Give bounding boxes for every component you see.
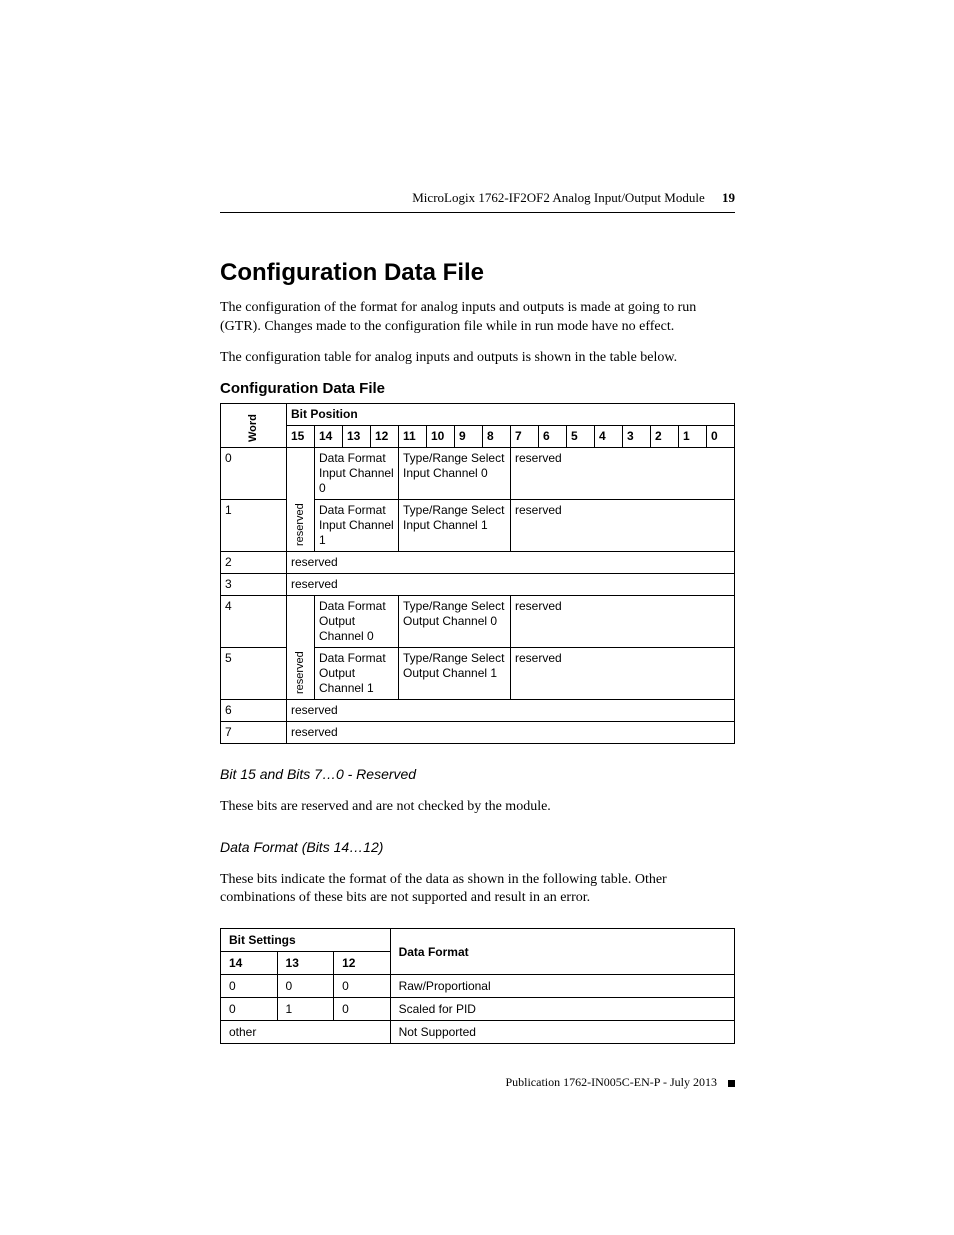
word-cell: 5	[221, 647, 287, 699]
reserved-cell: reserved	[511, 595, 735, 647]
bit-7: 7	[511, 425, 539, 447]
footer-mark-icon	[728, 1080, 735, 1087]
bit-cell: 0	[334, 975, 391, 998]
table-row: other Not Supported	[221, 1021, 735, 1044]
data-format-cell: Data Format Output Channel 0	[315, 595, 399, 647]
word-cell: 3	[221, 573, 287, 595]
publication-info: Publication 1762-IN005C-EN-P - July 2013	[505, 1075, 717, 1089]
bit-cell: 0	[334, 998, 391, 1021]
data-format-cell: Data Format Input Channel 0	[315, 447, 399, 499]
bit-0: 0	[707, 425, 735, 447]
format-cell: Raw/Proportional	[390, 975, 734, 998]
table-row: 0 reserved Data Format Input Channel 0 T…	[221, 447, 735, 499]
reserved-cell: reserved	[287, 595, 315, 699]
word-cell: 6	[221, 699, 287, 721]
data-format-cell: Data Format Output Channel 1	[315, 647, 399, 699]
bit-3: 3	[623, 425, 651, 447]
word-cell: 0	[221, 447, 287, 499]
table-row: 3 reserved	[221, 573, 735, 595]
bit-13-header: 13	[277, 952, 334, 975]
other-cell: other	[221, 1021, 391, 1044]
page-title: Configuration Data File	[220, 259, 735, 287]
reserved-cell: reserved	[511, 447, 735, 499]
bit-cell: 1	[277, 998, 334, 1021]
bit-15: 15	[287, 425, 315, 447]
bit-9: 9	[455, 425, 483, 447]
running-header-title: MicroLogix 1762-IF2OF2 Analog Input/Outp…	[412, 190, 705, 205]
type-range-cell: Type/Range Select Input Channel 0	[399, 447, 511, 499]
bit-11: 11	[399, 425, 427, 447]
table-row: 2 reserved	[221, 551, 735, 573]
table-header-row-2: 15 14 13 12 11 10 9 8 7 6 5 4 3 2 1 0	[221, 425, 735, 447]
bit-12: 12	[371, 425, 399, 447]
reserved-cell: reserved	[287, 447, 315, 551]
bit-10: 10	[427, 425, 455, 447]
type-range-cell: Type/Range Select Input Channel 1	[399, 499, 511, 551]
page-number: 19	[722, 190, 735, 205]
intro-paragraph-2: The configuration table for analog input…	[220, 349, 735, 368]
word-cell: 7	[221, 721, 287, 743]
reserved-cell: reserved	[287, 699, 735, 721]
page-footer: Publication 1762-IN005C-EN-P - July 2013	[220, 1075, 735, 1090]
bit-position-header: Bit Position	[287, 403, 735, 425]
data-format-header: Data Format	[390, 929, 734, 975]
word-cell: 1	[221, 499, 287, 551]
subsection-body-reserved: These bits are reserved and are not chec…	[220, 798, 735, 817]
bit-settings-header: Bit Settings	[221, 929, 391, 952]
table-row: 0 0 0 Raw/Proportional	[221, 975, 735, 998]
bit-cell: 0	[221, 975, 278, 998]
reserved-cell: reserved	[287, 721, 735, 743]
word-cell: 4	[221, 595, 287, 647]
word-header: Word	[221, 403, 287, 447]
bit-4: 4	[595, 425, 623, 447]
bit-6: 6	[539, 425, 567, 447]
bit-cell: 0	[277, 975, 334, 998]
subsection-title-data-format: Data Format (Bits 14…12)	[220, 839, 735, 855]
format-cell: Scaled for PID	[390, 998, 734, 1021]
bit-cell: 0	[221, 998, 278, 1021]
page-content: MicroLogix 1762-IF2OF2 Analog Input/Outp…	[220, 190, 735, 1044]
table-title: Configuration Data File	[220, 380, 735, 397]
type-range-cell: Type/Range Select Output Channel 0	[399, 595, 511, 647]
table-header-row-1: Bit Settings Data Format	[221, 929, 735, 952]
bit-13: 13	[343, 425, 371, 447]
table-row: 4 reserved Data Format Output Channel 0 …	[221, 595, 735, 647]
bit-14: 14	[315, 425, 343, 447]
data-format-table: Bit Settings Data Format 14 13 12 0 0 0 …	[220, 928, 735, 1044]
table-row: 6 reserved	[221, 699, 735, 721]
subsection-title-reserved: Bit 15 and Bits 7…0 - Reserved	[220, 766, 735, 782]
bit-2: 2	[651, 425, 679, 447]
reserved-cell: reserved	[287, 551, 735, 573]
bit-8: 8	[483, 425, 511, 447]
format-cell: Not Supported	[390, 1021, 734, 1044]
reserved-cell: reserved	[287, 573, 735, 595]
configuration-table: Word Bit Position 15 14 13 12 11 10 9 8 …	[220, 403, 735, 744]
subsection-body-data-format: These bits indicate the format of the da…	[220, 871, 735, 909]
bit-14-header: 14	[221, 952, 278, 975]
reserved-cell: reserved	[511, 647, 735, 699]
word-cell: 2	[221, 551, 287, 573]
data-format-cell: Data Format Input Channel 1	[315, 499, 399, 551]
bit-1: 1	[679, 425, 707, 447]
bit-12-header: 12	[334, 952, 391, 975]
bit-5: 5	[567, 425, 595, 447]
table-header-row-1: Word Bit Position	[221, 403, 735, 425]
reserved-cell: reserved	[511, 499, 735, 551]
type-range-cell: Type/Range Select Output Channel 1	[399, 647, 511, 699]
table-row: 7 reserved	[221, 721, 735, 743]
header-rule	[220, 212, 735, 213]
table-row: 0 1 0 Scaled for PID	[221, 998, 735, 1021]
intro-paragraph-1: The configuration of the format for anal…	[220, 299, 735, 337]
running-header: MicroLogix 1762-IF2OF2 Analog Input/Outp…	[220, 190, 735, 206]
